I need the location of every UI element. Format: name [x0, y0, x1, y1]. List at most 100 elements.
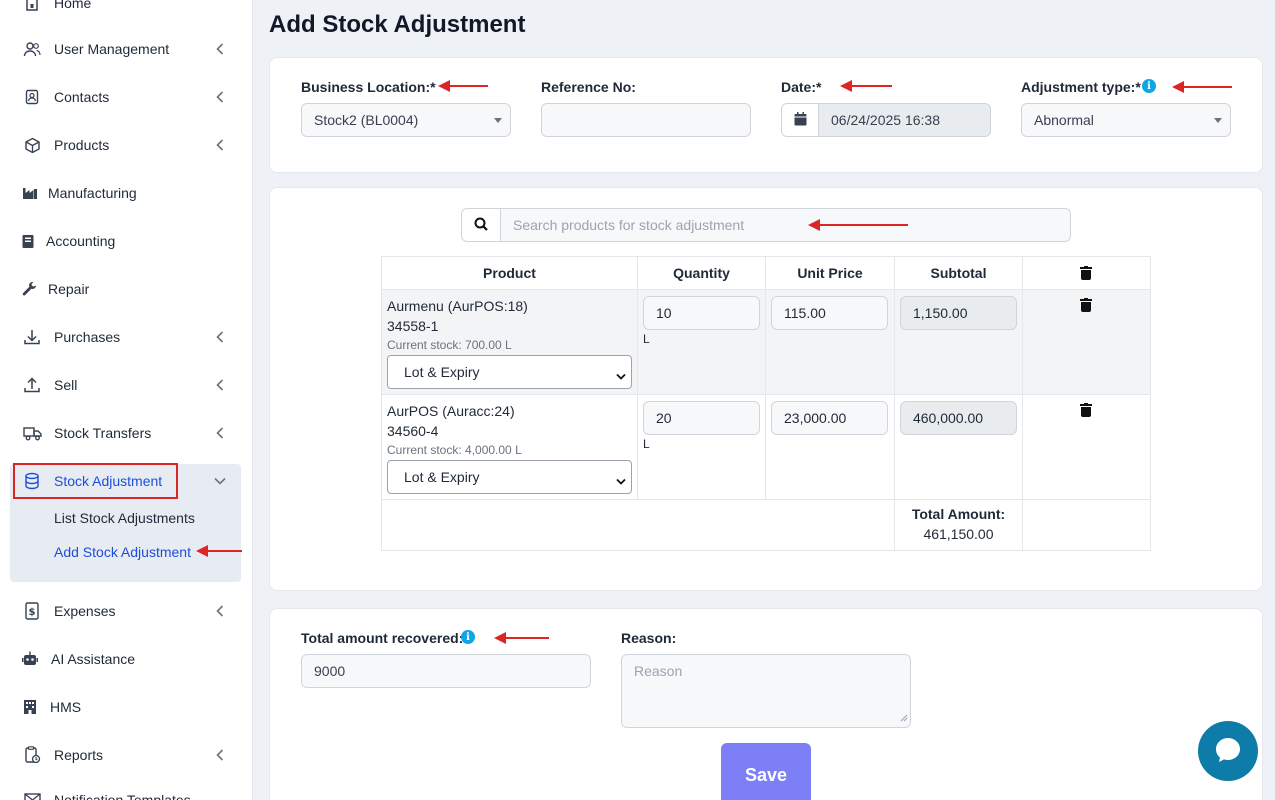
sidebar-item-label: AI Assistance: [51, 651, 136, 667]
search-button[interactable]: [461, 208, 501, 242]
sidebar-item-label: Notification Templates: [54, 792, 191, 800]
delete-cell: [1021, 394, 1152, 500]
quantity-cell: 10 L: [637, 289, 766, 395]
sidebar-item-stock-adjustment[interactable]: Stock Adjustment: [0, 461, 252, 501]
adjustment-type-label: Adjustment type:*: [1021, 79, 1141, 95]
product-cell: AurPOS (Auracc:24) 34560-4 Current stock…: [381, 394, 638, 500]
sidebar-item-stock-transfers[interactable]: Stock Transfers: [0, 413, 252, 453]
chevron-left-icon: [214, 43, 226, 55]
chevron-left-icon: [214, 139, 226, 151]
page-title: Add Stock Adjustment: [269, 11, 526, 38]
sidebar-item-home[interactable]: Home: [0, 0, 252, 23]
sidebar-subitem-add-stock-adjustment[interactable]: Add Stock Adjustment: [54, 544, 191, 560]
trash-icon[interactable]: [1080, 403, 1093, 417]
sidebar-item-label: Repair: [48, 281, 90, 297]
date-input[interactable]: 06/24/2025 16:38: [818, 103, 991, 137]
sidebar-item-purchases[interactable]: Purchases: [0, 317, 252, 357]
product-cell: Aurmenu (AurPOS:18) 34558-1 Current stoc…: [381, 289, 638, 395]
sidebar-item-repair[interactable]: Repair: [0, 269, 252, 309]
total-amount-recovered-input[interactable]: 9000: [301, 654, 591, 688]
total-amount-cell: Total Amount: 461,150.00: [893, 499, 1023, 551]
sidebar-item-products[interactable]: Products: [0, 125, 252, 165]
subtotal-value: 1,150.00: [912, 305, 968, 321]
product-search-input[interactable]: Search products for stock adjustment: [500, 208, 1071, 242]
save-button-label: Save: [744, 765, 788, 785]
annotation-arrow: [840, 80, 892, 92]
sidebar-item-user-management[interactable]: User Management: [0, 29, 252, 69]
sidebar-item-label: Contacts: [54, 89, 110, 105]
info-icon[interactable]: i: [461, 630, 475, 644]
contacts-icon: [22, 87, 42, 107]
truck-icon: [22, 423, 42, 443]
column-header-quantity: Quantity: [637, 256, 766, 290]
dropdown-caret-icon: [494, 118, 502, 123]
sidebar-item-label: Manufacturing: [48, 185, 137, 201]
unit-price-input[interactable]: 115.00: [771, 296, 888, 330]
reference-no-input[interactable]: [541, 103, 751, 137]
quantity-unit: L: [643, 332, 650, 346]
adjustment-type-select[interactable]: Abnormal: [1021, 103, 1231, 137]
chat-widget-button[interactable]: [1198, 721, 1258, 781]
unit-price-cell: 23,000.00: [765, 394, 895, 500]
lot-expiry-value: Lot & Expiry: [404, 469, 480, 485]
current-stock: Current stock: 700.00 L: [387, 338, 512, 352]
chevron-left-icon: [214, 91, 226, 103]
sidebar-item-expenses[interactable]: $ Expenses: [0, 591, 252, 631]
reason-textarea[interactable]: Reason: [621, 654, 911, 728]
sidebar-item-hms[interactable]: HMS: [0, 687, 252, 727]
wrench-icon: [20, 279, 40, 299]
unit-price-value: 115.00: [784, 305, 826, 321]
resize-handle-icon[interactable]: [900, 709, 908, 725]
unit-price-input[interactable]: 23,000.00: [771, 401, 888, 435]
adjustment-type-value: Abnormal: [1034, 112, 1094, 128]
users-icon: [22, 39, 42, 59]
chevron-left-icon: [214, 331, 226, 343]
hotel-icon: [20, 697, 40, 717]
subtotal-input: 460,000.00: [899, 401, 1017, 435]
sidebar-item-ai-assistance[interactable]: AI Assistance: [0, 639, 252, 679]
robot-icon: [20, 649, 40, 669]
save-button[interactable]: Save: [721, 743, 811, 800]
current-stock: Current stock: 4,000.00 L: [387, 443, 522, 457]
table-row: AurPOS (Auracc:24) 34560-4 Current stock…: [381, 394, 1152, 500]
chevron-left-icon: [214, 749, 226, 761]
sidebar-item-label: User Management: [54, 41, 170, 57]
total-amount-value: 461,150.00: [923, 526, 994, 542]
lot-expiry-select[interactable]: Lot & Expiry: [387, 355, 632, 389]
sidebar-item-sell[interactable]: Sell: [0, 365, 252, 405]
sidebar-item-accounting[interactable]: Accounting: [0, 221, 252, 261]
sidebar-item-reports[interactable]: Reports: [0, 735, 252, 775]
sidebar-item-label: Accounting: [46, 233, 116, 249]
sidebar-subitem-list-stock-adjustments[interactable]: List Stock Adjustments: [54, 510, 195, 526]
sidebar-item-manufacturing[interactable]: Manufacturing: [0, 173, 252, 213]
subtotal-cell: 460,000.00: [893, 394, 1023, 500]
stock-adjustment-table: Product Quantity Unit Price Subtotal Aur…: [381, 256, 1152, 551]
sidebar-item-label: Expenses: [54, 603, 116, 619]
chevron-left-icon: [214, 379, 226, 391]
product-sku: 34560-4: [387, 423, 439, 439]
trash-icon[interactable]: [1080, 266, 1093, 280]
upload-icon: [22, 375, 42, 395]
business-location-value: Stock2 (BL0004): [314, 112, 419, 128]
date-label: Date:*: [781, 79, 822, 95]
cube-icon: [22, 135, 42, 155]
trash-icon[interactable]: [1080, 298, 1093, 312]
info-icon[interactable]: i: [1142, 79, 1156, 93]
annotation-arrow: [808, 219, 908, 231]
business-location-select[interactable]: Stock2 (BL0004): [301, 103, 511, 137]
sidebar-item-contacts[interactable]: Contacts: [0, 77, 252, 117]
report-icon: [22, 745, 42, 765]
sidebar-item-notification-templates[interactable]: Notification Templates: [0, 780, 252, 800]
sidebar-item-label: Reports: [54, 747, 104, 763]
quantity-input[interactable]: 20: [643, 401, 760, 435]
chat-bubble-icon: [1213, 735, 1243, 768]
quantity-value: 20: [656, 410, 672, 426]
chevron-left-icon: [214, 605, 226, 617]
quantity-input[interactable]: 10: [643, 296, 760, 330]
envelope-icon: [22, 790, 42, 800]
lot-expiry-select[interactable]: Lot & Expiry: [387, 460, 632, 494]
calendar-button[interactable]: [781, 103, 819, 137]
chevron-left-icon: [214, 427, 226, 439]
unit-price-cell: 115.00: [765, 289, 895, 395]
svg-text:$: $: [29, 607, 36, 618]
